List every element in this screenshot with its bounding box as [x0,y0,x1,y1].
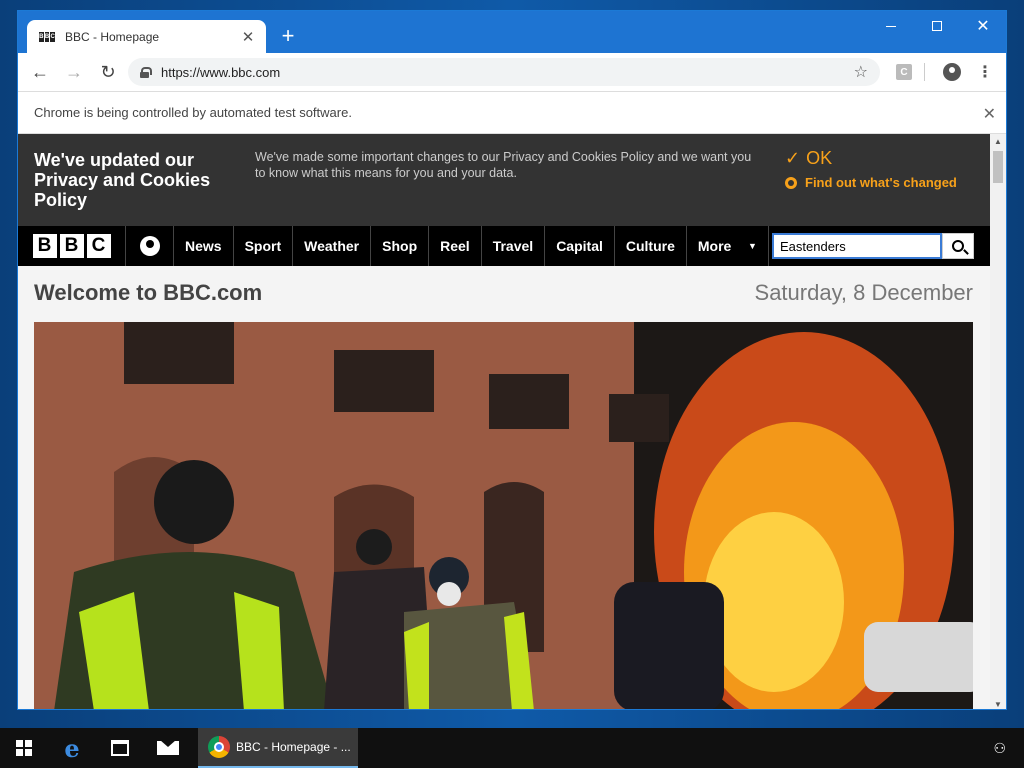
title-bar: B B C BBC - Homepage ✕ + ✕ [18,11,1006,53]
scroll-up-icon[interactable]: ▲ [994,137,1002,146]
window-close-button[interactable]: ✕ [960,11,1006,41]
cookie-ok-label: OK [806,148,833,168]
cookie-changes-link[interactable]: Find out what's changed [785,175,957,190]
account-button[interactable] [126,226,174,266]
nav-more-button[interactable]: More ▼ [687,226,769,266]
store-icon [111,740,129,756]
page-scrollbar[interactable]: ▲ ▼ [990,134,1006,709]
cookie-banner-title: We've updated our Privacy and Cookies Po… [34,150,211,210]
search-button[interactable] [942,233,974,259]
menu-icon[interactable]: ⋮ [976,63,994,81]
gear-icon [785,176,797,189]
account-icon [139,236,160,256]
extension-icon[interactable]: C [896,64,912,80]
tab-title: BBC - Homepage [65,29,160,44]
nav-item-culture[interactable]: Culture [615,226,687,266]
nav-item-shop[interactable]: Shop [371,226,430,266]
windows-logo-icon [16,740,32,756]
nav-more-label: More [697,238,732,254]
url-text[interactable]: https://www.bbc.com [161,65,854,80]
bookmark-star-icon[interactable]: ☆ [854,62,868,82]
mail-taskbar-button[interactable] [144,728,192,768]
toolbar-divider [924,63,925,81]
bbc-logo[interactable]: B B C [18,226,126,266]
new-tab-button[interactable]: + [276,25,300,49]
minimize-button[interactable] [868,11,914,41]
nav-item-capital[interactable]: Capital [545,226,615,266]
chrome-taskbar-button[interactable]: BBC - Homepage - ... [198,728,358,768]
page-date: Saturday, 8 December [754,280,973,305]
store-taskbar-button[interactable] [96,728,144,768]
mail-icon [157,740,179,755]
checkmark-icon: ✓ [785,148,801,168]
edge-icon: e [64,733,80,763]
search-icon [952,240,964,252]
caret-down-icon: ▼ [747,241,757,251]
edge-taskbar-button[interactable]: e [48,728,96,768]
start-button[interactable] [0,728,48,768]
back-button[interactable]: ← [28,60,52,84]
search-input[interactable] [772,233,942,259]
browser-toolbar: ← → ↻ https://www.bbc.com ☆ C ⋮ [18,53,1006,91]
nav-item-reel[interactable]: Reel [429,226,482,266]
taskbar: e BBC - Homepage - ... ⚇ [0,728,1024,768]
address-bar[interactable]: https://www.bbc.com ☆ [128,58,880,86]
automation-infobar: Chrome is being controlled by automated … [18,91,1006,134]
search-box [772,233,974,259]
page-title: Welcome to BBC.com [34,280,263,305]
web-page: We've updated our Privacy and Cookies Po… [18,134,990,709]
nav-item-weather[interactable]: Weather [293,226,372,266]
reload-button[interactable]: ↻ [96,60,120,84]
cookie-banner-body: We've made some important changes to our… [255,150,752,180]
hero-image[interactable] [34,322,973,709]
infobar-close-icon[interactable]: ✕ [983,104,996,124]
browser-tab[interactable]: B B C BBC - Homepage ✕ [27,20,266,53]
nav-item-sport[interactable]: Sport [234,226,294,266]
bbc-nav-bar: B B C News Sport Weather Shop Reel Trave… [18,226,990,266]
nav-item-travel[interactable]: Travel [482,226,546,266]
browser-window: B B C BBC - Homepage ✕ + ✕ ← → ↻ https:/… [17,10,1007,710]
scroll-down-icon[interactable]: ▼ [994,700,1002,709]
forward-button[interactable]: → [62,60,86,84]
bbc-favicon-icon: B B C [39,31,56,42]
chrome-icon [208,736,230,758]
nav-item-news[interactable]: News [174,226,234,266]
infobar-text: Chrome is being controlled by automated … [34,105,352,120]
tab-close-icon[interactable]: ✕ [240,28,256,46]
cookie-banner: We've updated our Privacy and Cookies Po… [18,134,990,226]
people-icon[interactable]: ⚇ [993,740,1006,757]
maximize-button[interactable] [914,11,960,41]
profile-icon[interactable] [943,63,961,81]
taskbar-window-label: BBC - Homepage - ... [236,740,351,754]
lock-icon [140,66,152,78]
cookie-ok-button[interactable]: ✓ OK [785,148,832,169]
cookie-link-label: Find out what's changed [805,175,957,190]
hero-photo-illustration [34,322,973,709]
scroll-thumb[interactable] [993,151,1003,183]
